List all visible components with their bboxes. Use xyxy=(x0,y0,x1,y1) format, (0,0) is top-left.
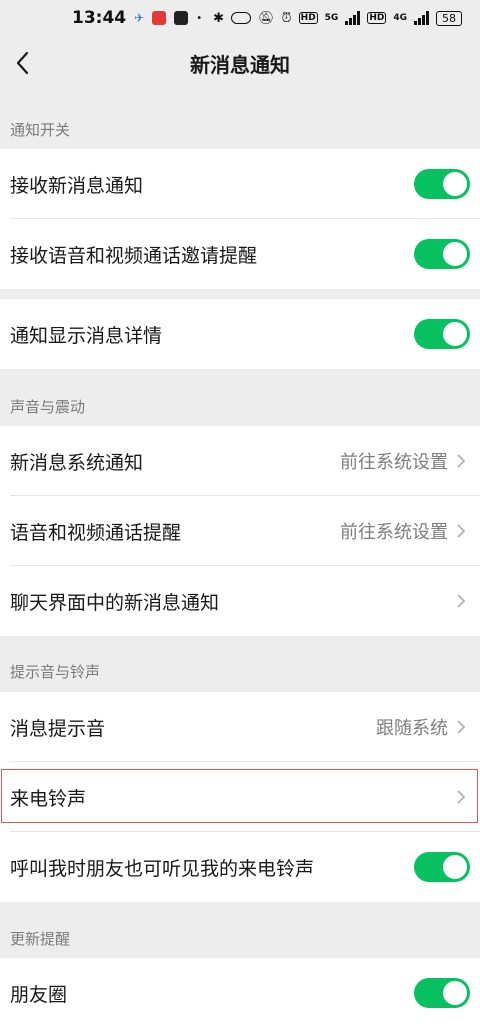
section-header-tone-ringtone: 提示音与铃声 xyxy=(10,663,101,681)
row-show-message-detail: 通知显示消息详情 xyxy=(0,299,480,369)
row-call-reminder[interactable]: 语音和视频通话提醒 前往系统设置 xyxy=(0,496,480,566)
hd-badge-2: HD xyxy=(367,12,387,24)
row-value: 跟随系统 xyxy=(376,718,448,739)
capcut-app-icon xyxy=(174,11,189,25)
signal-icon-2 xyxy=(414,11,429,25)
network-4g: 4G xyxy=(393,13,407,23)
chevron-right-icon xyxy=(456,451,470,471)
row-message-tone[interactable]: 消息提示音 跟随系统 xyxy=(0,692,480,762)
row-label: 语音和视频通话提醒 xyxy=(10,521,182,544)
chevron-right-icon xyxy=(456,717,470,737)
toggle-show-message-detail[interactable] xyxy=(414,319,470,349)
mute-bell-icon: 🔕︎ xyxy=(258,10,275,26)
bird-app-icon: ✈ xyxy=(134,11,145,25)
signal-icon xyxy=(345,11,361,25)
section-header-update-reminder: 更新提醒 xyxy=(10,930,71,948)
row-label: 新消息系统通知 xyxy=(10,451,144,474)
status-bar: 13:44 ✈ • ✱ 🔕︎ ⏰︎ HD 5G HD 4G 58 xyxy=(0,0,480,36)
netease-app-icon xyxy=(152,11,167,25)
chevron-right-icon xyxy=(456,787,470,807)
back-icon[interactable] xyxy=(6,46,40,80)
toggle-receive-call-invite[interactable] xyxy=(414,239,470,269)
toggle-moments[interactable] xyxy=(414,978,470,1008)
network-5g: 5G xyxy=(324,13,339,23)
toggle-friends-hear-ringtone[interactable] xyxy=(414,852,470,882)
row-label: 呼叫我时朋友也可听见我的来电铃声 xyxy=(10,857,315,880)
row-label: 通知显示消息详情 xyxy=(10,324,163,347)
row-system-notification[interactable]: 新消息系统通知 前往系统设置 xyxy=(0,426,480,496)
chevron-right-icon xyxy=(456,591,470,611)
row-receive-call-invite: 接收语音和视频通话邀请提醒 xyxy=(0,219,480,289)
row-label: 消息提示音 xyxy=(10,717,106,740)
section-header-sound-vibration: 声音与震动 xyxy=(10,398,86,416)
row-ringtone[interactable]: 来电铃声 xyxy=(0,762,480,832)
battery-icon: 58 xyxy=(436,10,462,26)
section-header-notify-switch: 通知开关 xyxy=(10,121,71,139)
vibrate-icon xyxy=(231,12,251,24)
dot-icon: • xyxy=(196,12,203,24)
row-receive-new-message: 接收新消息通知 xyxy=(0,149,480,219)
row-friends-hear-ringtone: 呼叫我时朋友也可听见我的来电铃声 xyxy=(0,832,480,902)
hd-badge: HD xyxy=(298,12,318,24)
page-title: 新消息通知 xyxy=(190,52,290,77)
row-label: 朋友圈 xyxy=(10,983,68,1006)
nav-bar: 新消息通知 xyxy=(0,36,480,90)
row-moments: 朋友圈 xyxy=(0,958,480,1028)
row-label: 来电铃声 xyxy=(10,787,87,810)
alarm-icon: ⏰︎ xyxy=(281,10,292,26)
bluetooth-icon: ✱ xyxy=(213,10,224,26)
status-time: 13:44 xyxy=(72,8,127,28)
row-label: 接收语音和视频通话邀请提醒 xyxy=(10,244,258,267)
row-value: 前往系统设置 xyxy=(340,522,448,543)
chevron-right-icon xyxy=(456,521,470,541)
row-label: 接收新消息通知 xyxy=(10,174,144,197)
toggle-receive-new-message[interactable] xyxy=(414,169,470,199)
row-label: 聊天界面中的新消息通知 xyxy=(10,591,220,614)
row-chat-notification[interactable]: 聊天界面中的新消息通知 xyxy=(0,566,480,636)
row-value: 前往系统设置 xyxy=(340,452,448,473)
